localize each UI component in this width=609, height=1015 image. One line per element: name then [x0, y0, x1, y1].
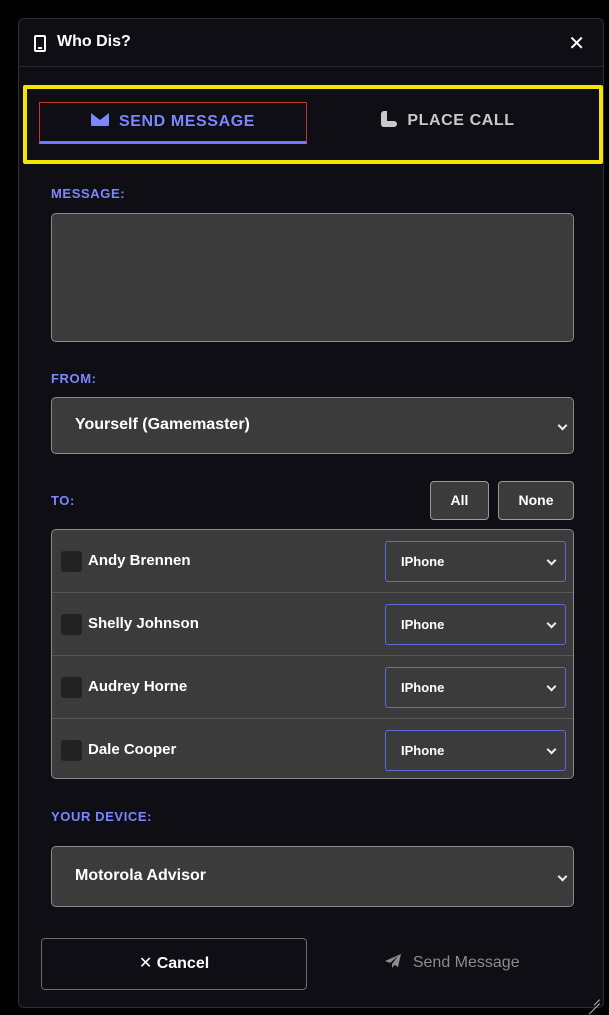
resize-handle[interactable]	[588, 992, 600, 1004]
recipient-device-select[interactable]: IPhone	[385, 667, 566, 708]
cancel-button-label: Cancel	[156, 955, 210, 972]
from-label: FROM:	[51, 371, 97, 386]
tab-place-call-label: PLACE CALL	[407, 112, 515, 129]
your-device-select[interactable]: Motorola Advisor	[51, 846, 574, 907]
recipient-name: Dale Cooper	[88, 741, 177, 758]
recipient-name: Shelly Johnson	[88, 615, 199, 632]
recipient-row: Andy Brennen IPhone	[52, 530, 573, 593]
recipient-row: Audrey Horne IPhone	[52, 656, 573, 719]
recipient-name: Andy Brennen	[88, 552, 191, 569]
recipient-device-value: IPhone	[401, 743, 445, 758]
title-bar[interactable]: Who Dis? ✕	[19, 19, 603, 67]
select-all-button[interactable]: All	[430, 481, 489, 520]
select-none-button[interactable]: None	[498, 481, 574, 520]
paper-plane-icon	[385, 954, 402, 968]
cancel-button[interactable]: ✕ Cancel	[41, 938, 307, 990]
mobile-phone-icon	[34, 35, 46, 52]
recipient-device-value: IPhone	[401, 554, 445, 569]
recipient-device-select[interactable]: IPhone	[385, 604, 566, 645]
recipient-name: Audrey Horne	[88, 678, 188, 695]
your-device-label: YOUR DEVICE:	[51, 809, 153, 824]
close-button[interactable]: ✕	[568, 31, 585, 56]
close-icon: ✕	[138, 955, 153, 972]
tab-send-message[interactable]: SEND MESSAGE	[39, 102, 307, 144]
phone-icon	[381, 110, 398, 127]
recipient-device-value: IPhone	[401, 680, 445, 695]
chevron-down-icon	[546, 744, 557, 755]
to-label: TO:	[51, 493, 75, 508]
recipient-device-select[interactable]: IPhone	[385, 730, 566, 771]
who-dis-dialog: Who Dis? ✕ SEND MESSAGE PLACE CALL MESSA…	[18, 18, 604, 1008]
recipient-list: Andy Brennen IPhone Shelly Johnson IPhon…	[51, 529, 574, 779]
recipient-checkbox[interactable]	[61, 614, 82, 635]
recipient-device-value: IPhone	[401, 617, 445, 632]
recipient-checkbox[interactable]	[61, 551, 82, 572]
dialog-title: Who Dis?	[57, 33, 131, 50]
recipient-checkbox[interactable]	[61, 740, 82, 761]
from-select-value: Yourself (Gamemaster)	[75, 416, 250, 433]
envelope-icon	[90, 113, 109, 127]
from-select[interactable]: Yourself (Gamemaster)	[51, 397, 574, 454]
tab-bar: SEND MESSAGE PLACE CALL	[23, 85, 603, 164]
recipient-row: Shelly Johnson IPhone	[52, 593, 573, 656]
chevron-down-icon	[546, 681, 557, 692]
send-message-button[interactable]: Send Message	[319, 938, 585, 990]
recipient-checkbox[interactable]	[61, 677, 82, 698]
tab-send-message-label: SEND MESSAGE	[118, 113, 256, 130]
tab-place-call[interactable]: PLACE CALL	[313, 102, 583, 144]
your-device-select-value: Motorola Advisor	[75, 867, 206, 884]
chevron-down-icon	[546, 618, 557, 629]
chevron-down-icon	[557, 871, 568, 882]
recipient-device-select[interactable]: IPhone	[385, 541, 566, 582]
chevron-down-icon	[557, 420, 568, 431]
message-label: MESSAGE:	[51, 186, 126, 201]
send-message-label: Send Message	[412, 954, 520, 971]
chevron-down-icon	[546, 555, 557, 566]
recipient-row: Dale Cooper IPhone	[52, 719, 573, 778]
message-input[interactable]	[51, 213, 574, 342]
